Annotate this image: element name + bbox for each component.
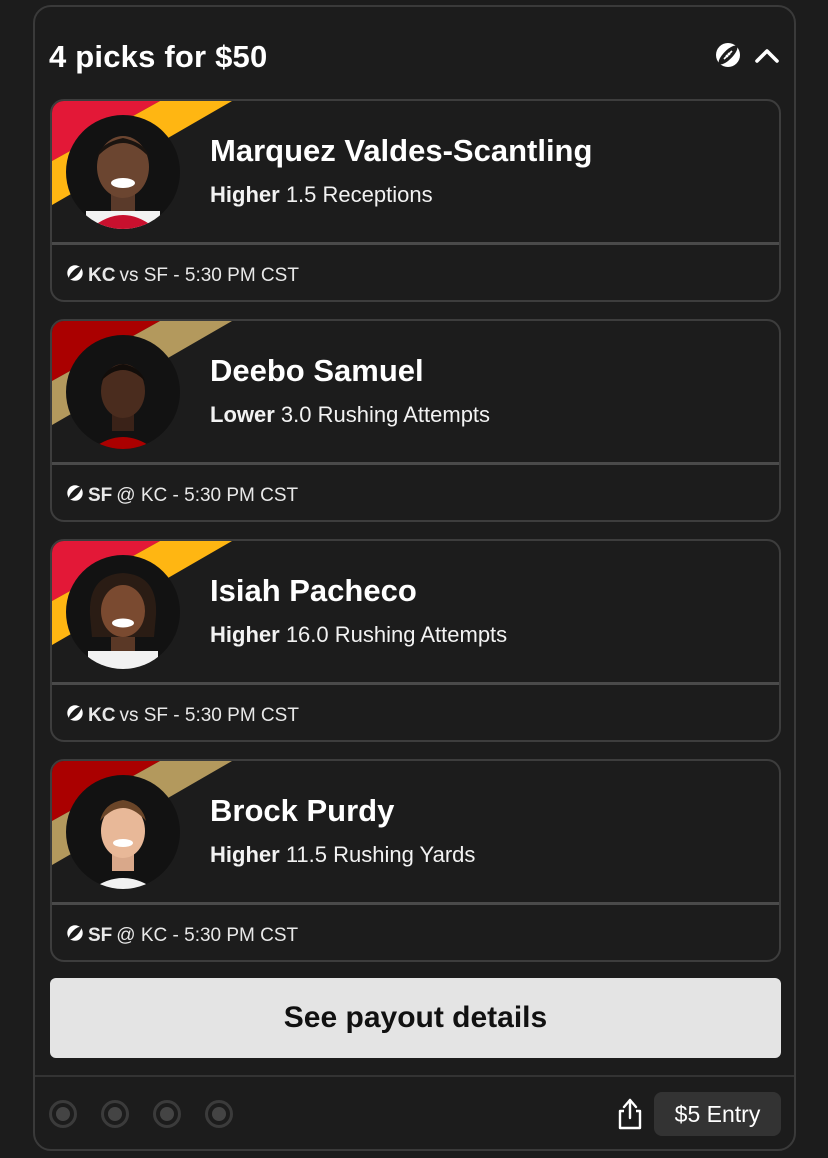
panel-header: 4 picks for $50 — [49, 37, 782, 77]
player-avatar — [66, 335, 180, 449]
pick-dot — [153, 1100, 181, 1128]
see-payout-details-button[interactable]: See payout details — [50, 978, 781, 1058]
player-name: Deebo Samuel — [210, 353, 424, 388]
game-info: SF @ KC - 5:30 PM CST — [66, 484, 298, 508]
game-matchup: @ KC - 5:30 PM CST — [116, 925, 299, 946]
game-team: KC — [88, 265, 116, 286]
game-info: SF @ KC - 5:30 PM CST — [66, 924, 298, 948]
pick-card[interactable]: Brock Purdy Higher 11.5 Rushing Yards SF… — [50, 759, 781, 962]
footer-divider — [35, 1075, 794, 1077]
player-avatar — [66, 775, 180, 889]
pick-card[interactable]: Marquez Valdes-Scantling Higher 1.5 Rece… — [50, 99, 781, 302]
player-name: Brock Purdy — [210, 793, 395, 828]
pick-card[interactable]: Isiah Pacheco Higher 16.0 Rushing Attemp… — [50, 539, 781, 742]
share-icon[interactable] — [615, 1097, 645, 1136]
football-icon — [66, 264, 84, 288]
player-avatar — [66, 555, 180, 669]
game-matchup: vs SF - 5:30 PM CST — [119, 265, 299, 286]
game-info: KC vs SF - 5:30 PM CST — [66, 264, 299, 288]
pick-dot — [49, 1100, 77, 1128]
player-avatar — [66, 115, 180, 229]
football-icon — [66, 924, 84, 948]
pick-indicator-dots — [49, 1100, 233, 1128]
pick-direction: Higher — [210, 842, 280, 867]
game-team: SF — [88, 485, 113, 506]
game-matchup: @ KC - 5:30 PM CST — [116, 485, 299, 506]
pick-stat: 11.5 Rushing Yards — [285, 842, 476, 867]
game-matchup: vs SF - 5:30 PM CST — [119, 705, 299, 726]
card-divider — [52, 682, 779, 685]
chevron-up-icon[interactable] — [752, 40, 782, 75]
pick-line: Higher 11.5 Rushing Yards — [210, 842, 475, 868]
game-team: KC — [88, 705, 116, 726]
pick-direction: Higher — [210, 622, 280, 647]
game-team: SF — [88, 925, 113, 946]
pick-dot — [101, 1100, 129, 1128]
football-icon — [714, 41, 742, 74]
pick-dot — [205, 1100, 233, 1128]
pick-stat: 16.0 Rushing Attempts — [285, 622, 508, 647]
player-name: Marquez Valdes-Scantling — [210, 133, 593, 168]
pick-line: Lower 3.0 Rushing Attempts — [210, 402, 490, 428]
card-divider — [52, 462, 779, 465]
picks-panel: 4 picks for $50 Marquez Valdes-Scantling… — [33, 5, 796, 1151]
pick-stat: 3.0 Rushing Attempts — [280, 402, 491, 427]
entry-amount-button[interactable]: $5 Entry — [654, 1092, 781, 1136]
player-name: Isiah Pacheco — [210, 573, 417, 608]
game-info: KC vs SF - 5:30 PM CST — [66, 704, 299, 728]
pick-line: Higher 16.0 Rushing Attempts — [210, 622, 507, 648]
football-icon — [66, 484, 84, 508]
football-icon — [66, 704, 84, 728]
card-divider — [52, 242, 779, 245]
panel-title: 4 picks for $50 — [49, 39, 268, 74]
card-divider — [52, 902, 779, 905]
pick-direction: Lower — [210, 402, 275, 427]
pick-card[interactable]: Deebo Samuel Lower 3.0 Rushing Attempts … — [50, 319, 781, 522]
pick-direction: Higher — [210, 182, 280, 207]
pick-line: Higher 1.5 Receptions — [210, 182, 433, 208]
pick-stat: 1.5 Receptions — [285, 182, 433, 207]
